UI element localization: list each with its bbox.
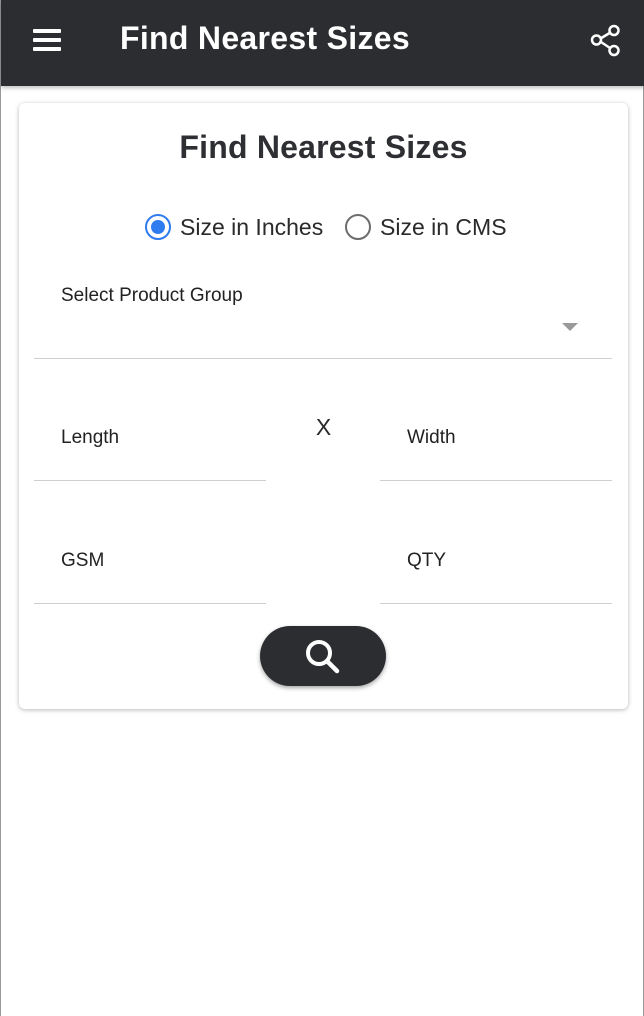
menu-icon[interactable] [29, 24, 67, 56]
qty-field[interactable]: QTY [380, 536, 612, 604]
qty-label: QTY [407, 550, 447, 571]
width-input[interactable] [407, 451, 607, 475]
radio-label-cms: Size in CMS [380, 213, 507, 240]
length-input[interactable] [61, 451, 261, 475]
share-icon[interactable] [589, 24, 623, 58]
width-label: Width [407, 427, 456, 448]
radio-size-in-cms[interactable]: Size in CMS [345, 211, 507, 243]
product-group-select[interactable]: Select Product Group [34, 276, 612, 359]
qty-input[interactable] [407, 574, 607, 598]
width-field[interactable]: Width [380, 413, 612, 481]
radio-unchecked-icon[interactable] [345, 214, 371, 240]
search-icon [306, 640, 340, 674]
product-group-label: Select Product Group [61, 285, 243, 306]
radio-label-inches: Size in Inches [180, 213, 324, 240]
app-bar: Find Nearest Sizes [1, 0, 644, 86]
search-button[interactable] [260, 626, 386, 686]
card-title: Find Nearest Sizes [179, 129, 468, 165]
screen: Find Nearest Sizes Find Nearest Sizes Si… [0, 0, 644, 1016]
search-form-card: Find Nearest Sizes Size in Inches Size i… [19, 103, 628, 709]
radio-checked-icon[interactable] [145, 214, 171, 240]
gsm-input[interactable] [61, 574, 261, 598]
gsm-field[interactable]: GSM [34, 536, 266, 604]
dropdown-arrow-icon [562, 323, 578, 331]
radio-size-in-inches[interactable]: Size in Inches [145, 211, 323, 243]
app-bar-title: Find Nearest Sizes [120, 20, 410, 56]
gsm-label: GSM [61, 550, 105, 571]
